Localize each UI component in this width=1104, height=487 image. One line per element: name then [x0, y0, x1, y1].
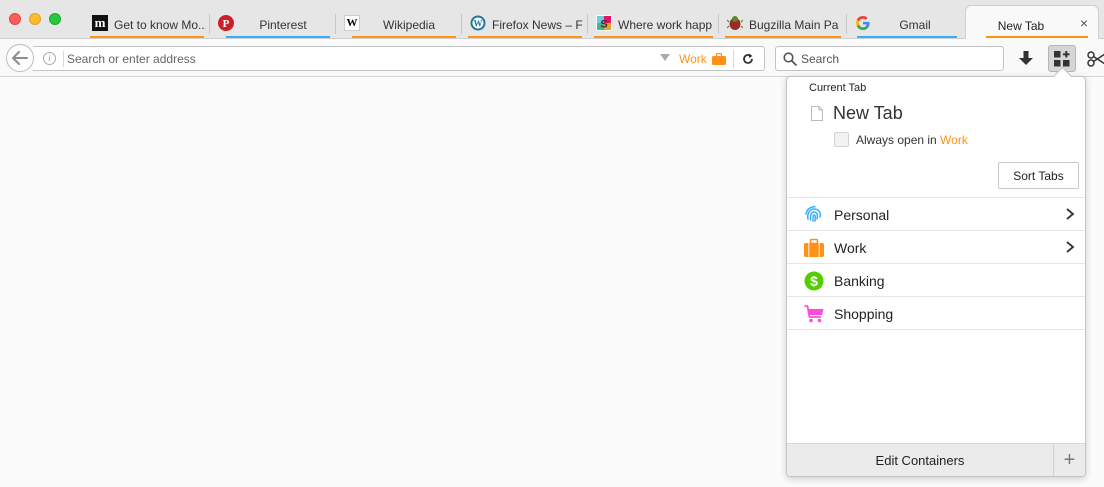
tab-separator: [461, 14, 462, 34]
edit-containers-button[interactable]: Edit Containers: [787, 444, 1053, 476]
search-input[interactable]: [801, 49, 996, 69]
navigation-toolbar: i Work: [0, 39, 1104, 77]
bugzilla-icon: [727, 15, 743, 31]
back-button[interactable]: [6, 44, 34, 72]
tab-context-line: [352, 36, 456, 38]
tab-context-line: [857, 36, 957, 38]
always-open-context: Work: [940, 133, 968, 147]
container-name: Banking: [834, 273, 885, 289]
window-maximize-button[interactable]: [49, 13, 61, 25]
container-item-banking[interactable]: $ Banking: [787, 263, 1085, 296]
wordpress-icon: W: [470, 15, 486, 31]
chevron-right-icon: [1066, 208, 1075, 220]
container-context-label: Work: [679, 52, 707, 66]
tab-title: New Tab: [997, 19, 1045, 33]
tab-pinterest[interactable]: P Pinterest: [216, 11, 336, 38]
always-open-label[interactable]: Always open in Work: [856, 133, 968, 147]
briefcase-icon: [712, 53, 726, 65]
tab-title: Gmail: [899, 18, 931, 32]
containers-grid-icon: [1054, 50, 1070, 66]
back-arrow-icon: [12, 51, 28, 65]
tab-title: Firefox News – F: [492, 18, 583, 32]
window-close-button[interactable]: [9, 13, 21, 25]
scissors-icon: [1087, 51, 1104, 67]
chevron-right-icon: [1066, 241, 1075, 253]
url-divider: [733, 50, 734, 68]
tab-context-line: [594, 36, 713, 38]
tab-bugzilla[interactable]: Bugzilla Main Pa: [725, 11, 847, 38]
tab-new-tab-active[interactable]: New Tab ×: [965, 5, 1099, 40]
tab-firefox-news[interactable]: W Firefox News – F: [468, 11, 588, 38]
svg-text:P: P: [223, 18, 230, 30]
current-tab-title: New Tab: [833, 103, 903, 123]
google-icon: [855, 15, 871, 31]
panel-footer: Edit Containers +: [787, 443, 1085, 476]
tab-wikipedia[interactable]: W Wikipedia: [342, 11, 462, 38]
tab-gmail[interactable]: Gmail: [853, 11, 963, 38]
tab-title: Where work happ: [618, 18, 713, 32]
m-logo-icon: m: [92, 15, 108, 31]
fingerprint-icon: [805, 206, 821, 222]
tab-separator: [335, 14, 336, 34]
tab-separator: [587, 14, 588, 34]
page-icon: [811, 106, 823, 121]
dollar-icon: $: [804, 271, 824, 291]
tab-context-line: [986, 36, 1088, 38]
screenshot-button[interactable]: [1086, 46, 1104, 72]
search-bar[interactable]: [775, 46, 1004, 71]
container-item-work[interactable]: Work: [787, 230, 1085, 263]
search-icon: [783, 52, 797, 66]
briefcase-icon: [804, 238, 824, 257]
tab-strip: m Get to know Mo... P Pinterest W Wikipe…: [0, 0, 1104, 40]
tab-separator: [718, 14, 719, 34]
download-arrow-icon: [1019, 51, 1033, 65]
panel-arrow-cover: [1049, 77, 1075, 85]
tab-separator: [846, 14, 847, 34]
downloads-button[interactable]: [1013, 46, 1039, 72]
svg-text:$: $: [810, 273, 818, 289]
url-bar[interactable]: i Work: [33, 46, 765, 71]
pinterest-icon: P: [218, 15, 234, 31]
slack-icon: S: [596, 15, 612, 31]
cart-icon: [804, 305, 824, 323]
tab-context-line: [468, 36, 582, 38]
svg-text:W: W: [474, 19, 483, 29]
tab-separator: [209, 14, 210, 34]
current-tab-heading: Current Tab: [809, 82, 867, 94]
reload-icon[interactable]: [739, 50, 757, 68]
info-icon[interactable]: i: [43, 52, 56, 65]
tab-title: Bugzilla Main Pa: [749, 18, 839, 32]
containers-panel: Current Tab New Tab Always open in Work …: [786, 76, 1086, 477]
add-container-button[interactable]: +: [1053, 444, 1085, 476]
history-dropdown-icon[interactable]: [660, 54, 670, 61]
container-name: Shopping: [834, 306, 894, 322]
wikipedia-icon: W: [344, 15, 360, 31]
tab-context-line: [725, 36, 841, 38]
close-tab-icon[interactable]: ×: [1080, 16, 1088, 30]
sort-tabs-button[interactable]: Sort Tabs: [998, 162, 1079, 189]
tab-context-line: [226, 36, 330, 38]
container-name: Personal: [834, 207, 890, 223]
svg-text:S: S: [600, 19, 607, 31]
tab-title: Get to know Mo...: [114, 18, 206, 32]
tab-get-to-know-mozilla[interactable]: m Get to know Mo...: [90, 11, 210, 38]
url-divider: [63, 51, 64, 67]
always-open-checkbox[interactable]: [834, 132, 849, 147]
always-open-prefix: Always open in: [856, 133, 941, 147]
tab-title: Wikipedia: [382, 18, 436, 32]
tab-slack[interactable]: S Where work happ: [594, 11, 719, 38]
tab-context-line: [90, 36, 204, 38]
url-input[interactable]: [67, 49, 647, 69]
window-minimize-button[interactable]: [29, 13, 41, 25]
container-item-personal[interactable]: Personal: [787, 197, 1085, 230]
container-name: Work: [834, 240, 867, 256]
tab-title: Pinterest: [259, 18, 307, 32]
container-item-shopping[interactable]: Shopping: [787, 296, 1085, 330]
container-list: Personal Work $ Banking Shopping: [787, 197, 1085, 330]
